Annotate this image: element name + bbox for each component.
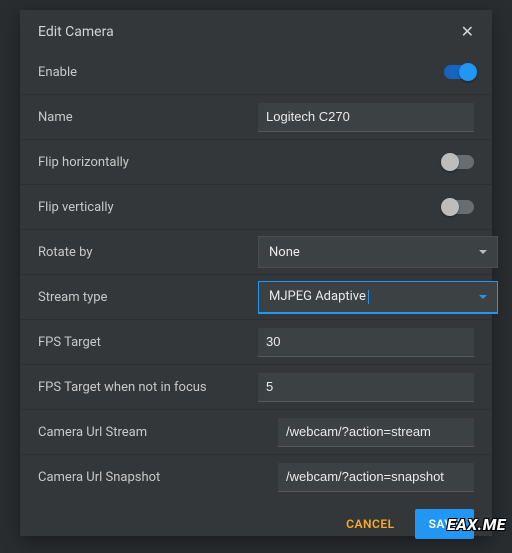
label-stream-type: Stream type [38, 290, 258, 305]
input-name[interactable] [258, 103, 474, 132]
label-url-snapshot: Camera Url Snapshot [38, 470, 258, 485]
select-rotate[interactable]: None [258, 236, 498, 268]
form-rows: Enable Name Flip horizontally Flip verti… [20, 50, 492, 499]
label-url-stream: Camera Url Stream [38, 425, 258, 440]
input-fps-unfocus[interactable] [258, 373, 474, 402]
label-flip-v: Flip vertically [38, 200, 258, 215]
label-name: Name [38, 110, 258, 125]
dialog-title: Edit Camera [38, 24, 114, 40]
label-rotate: Rotate by [38, 245, 258, 260]
select-stream-type-value: MJPEG Adaptive [269, 289, 366, 304]
input-url-snapshot[interactable] [278, 463, 474, 492]
row-rotate: Rotate by None [20, 229, 492, 274]
toggle-enable[interactable] [444, 65, 474, 79]
chevron-down-icon [479, 250, 487, 254]
dialog-actions: CANCEL SAVE [20, 499, 492, 553]
input-fps[interactable] [258, 328, 474, 357]
row-enable: Enable [20, 50, 492, 94]
row-fps-unfocus: FPS Target when not in focus [20, 364, 492, 409]
row-flip-h: Flip horizontally [20, 139, 492, 184]
edit-camera-dialog: Edit Camera ✕ Enable Name Flip horizonta… [20, 10, 492, 536]
label-fps-unfocus: FPS Target when not in focus [38, 380, 258, 395]
dialog-titlebar: Edit Camera ✕ [20, 10, 492, 50]
select-stream-type[interactable]: MJPEG Adaptive [258, 281, 498, 314]
row-flip-v: Flip vertically [20, 184, 492, 229]
label-flip-h: Flip horizontally [38, 155, 258, 170]
chevron-down-icon [479, 295, 487, 299]
row-stream-type: Stream type MJPEG Adaptive [20, 274, 492, 319]
input-url-stream[interactable] [278, 418, 474, 447]
row-name: Name [20, 94, 492, 139]
row-url-snapshot: Camera Url Snapshot [20, 454, 492, 499]
select-rotate-value: None [269, 245, 300, 260]
cancel-button[interactable]: CANCEL [346, 517, 394, 531]
close-icon[interactable]: ✕ [461, 24, 474, 40]
row-fps: FPS Target [20, 319, 492, 364]
watermark: EAX.ME [447, 515, 506, 534]
row-url-stream: Camera Url Stream [20, 409, 492, 454]
toggle-flip-v[interactable] [444, 200, 474, 214]
label-fps: FPS Target [38, 335, 258, 350]
label-enable: Enable [38, 65, 258, 80]
toggle-flip-h[interactable] [444, 155, 474, 169]
